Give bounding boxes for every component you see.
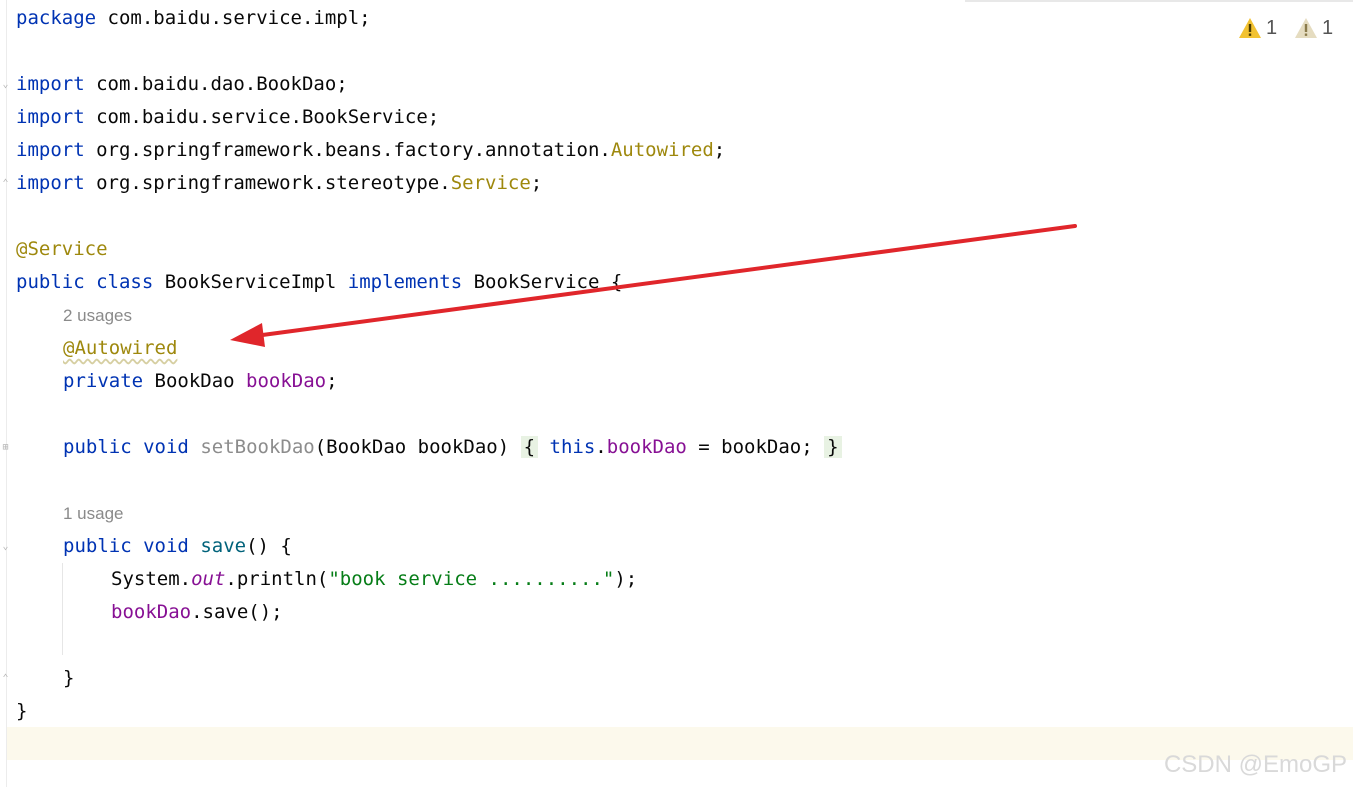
watermark: CSDN @EmoGP [1163, 751, 1347, 778]
red-arrow-annotation [230, 224, 1077, 347]
